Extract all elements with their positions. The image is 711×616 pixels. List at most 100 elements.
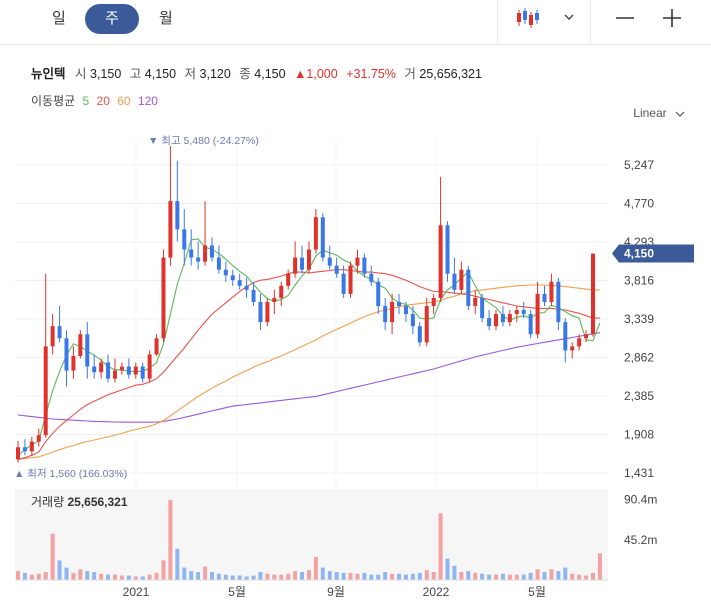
volume-bar <box>563 567 568 580</box>
volume-bar <box>431 571 436 580</box>
volume-bar <box>369 574 374 580</box>
min-price-annotation: ▲ 최저 1,560 (166.03%) <box>14 468 127 480</box>
volume-bar <box>403 574 408 580</box>
volume-bar <box>487 574 492 580</box>
x-tick-label: 5월 <box>528 585 546 599</box>
candle-body <box>431 297 436 307</box>
volume-bar <box>85 571 90 580</box>
candle-body <box>209 245 214 258</box>
candle-body <box>140 366 145 379</box>
candle-body <box>189 249 194 258</box>
volume-bar <box>521 574 526 580</box>
candle-body <box>43 346 48 436</box>
candle-body <box>106 362 111 379</box>
candle-body <box>175 201 180 230</box>
candle-body <box>369 273 374 282</box>
candle-body <box>320 217 325 258</box>
max-price-annotation: ▼ 최고 5,480 (-24.27%) <box>148 135 259 147</box>
candle-body <box>36 435 41 442</box>
current-price-label: 4,150 <box>624 247 654 261</box>
volume-bar <box>196 571 201 580</box>
candle-body <box>500 314 505 323</box>
candle-body <box>313 217 318 250</box>
volume-bar <box>216 573 221 580</box>
y-tick-label: 1,431 <box>624 466 654 480</box>
candle-body <box>535 293 540 335</box>
x-tick-label: 2022 <box>423 585 450 599</box>
candle-body <box>341 273 346 294</box>
volume-bar <box>514 574 519 580</box>
candle-body <box>258 301 263 323</box>
volume-title-value: 25,656,321 <box>67 495 127 509</box>
volume-bar <box>348 572 353 580</box>
volume-bar <box>16 571 20 580</box>
candle-body <box>480 297 485 319</box>
candle-body <box>154 338 159 355</box>
candle-body <box>251 289 256 302</box>
x-tick-label: 2021 <box>123 585 150 599</box>
candle-body <box>78 334 83 357</box>
price-chart[interactable]: 5,2474,7704,2933,8163,3392,8622,3851,908… <box>0 0 711 616</box>
volume-bar <box>528 572 533 580</box>
candle-body <box>521 310 526 315</box>
volume-bar <box>64 567 69 580</box>
candle-body <box>459 269 464 290</box>
volume-bar <box>36 573 41 580</box>
volume-bar <box>99 573 104 580</box>
volume-bar <box>189 571 194 580</box>
candle-body <box>92 366 97 373</box>
candle-body <box>334 265 339 274</box>
x-tick-label: 5월 <box>228 585 246 599</box>
volume-bar <box>438 513 443 580</box>
candle-body <box>16 447 20 460</box>
candle-body <box>362 257 367 274</box>
volume-bar <box>251 575 256 580</box>
volume-bar <box>306 570 311 580</box>
volume-bar <box>223 574 228 580</box>
candle-body <box>272 297 277 302</box>
candle-body <box>147 354 152 379</box>
volume-bar <box>286 573 291 580</box>
candle-body <box>85 334 90 367</box>
volume-bar <box>230 575 235 580</box>
volume-bar <box>57 560 62 580</box>
volume-bar <box>279 574 284 580</box>
candle-body <box>29 441 34 452</box>
candle-body <box>119 366 124 371</box>
candle-body <box>57 326 62 339</box>
volume-bar <box>119 575 124 580</box>
candle-body <box>133 366 138 375</box>
candle-body <box>383 306 388 323</box>
volume-bar <box>175 548 180 580</box>
volume-bar <box>473 572 478 580</box>
volume-bar <box>494 574 499 580</box>
candle-body <box>584 334 589 339</box>
candle-body <box>244 285 249 290</box>
candle-body <box>161 257 166 339</box>
volume-bar <box>466 571 471 580</box>
y-tick-label: 3,816 <box>624 274 654 288</box>
volume-bar <box>556 571 561 580</box>
ma60-line <box>17 284 600 460</box>
candle-body <box>64 338 69 371</box>
volume-bar <box>390 573 395 580</box>
candle-body <box>577 338 582 347</box>
volume-bar <box>500 573 505 580</box>
candle-body <box>286 273 291 286</box>
candle-body <box>494 314 499 327</box>
y-tick-label: 1,908 <box>624 428 654 442</box>
candle-body <box>487 318 492 327</box>
volume-bar <box>106 574 111 580</box>
candle-body <box>507 314 512 323</box>
volume-bar <box>43 571 48 580</box>
volume-bar <box>244 576 249 580</box>
candle-body <box>293 257 298 274</box>
volume-bar <box>258 571 263 580</box>
volume-tick-label: 45.2m <box>624 533 657 547</box>
volume-bar <box>334 571 339 580</box>
candle-body <box>216 257 221 270</box>
candle-body <box>390 301 395 323</box>
volume-bar <box>112 574 117 580</box>
candle-body <box>355 257 360 266</box>
volume-bar <box>50 533 55 580</box>
